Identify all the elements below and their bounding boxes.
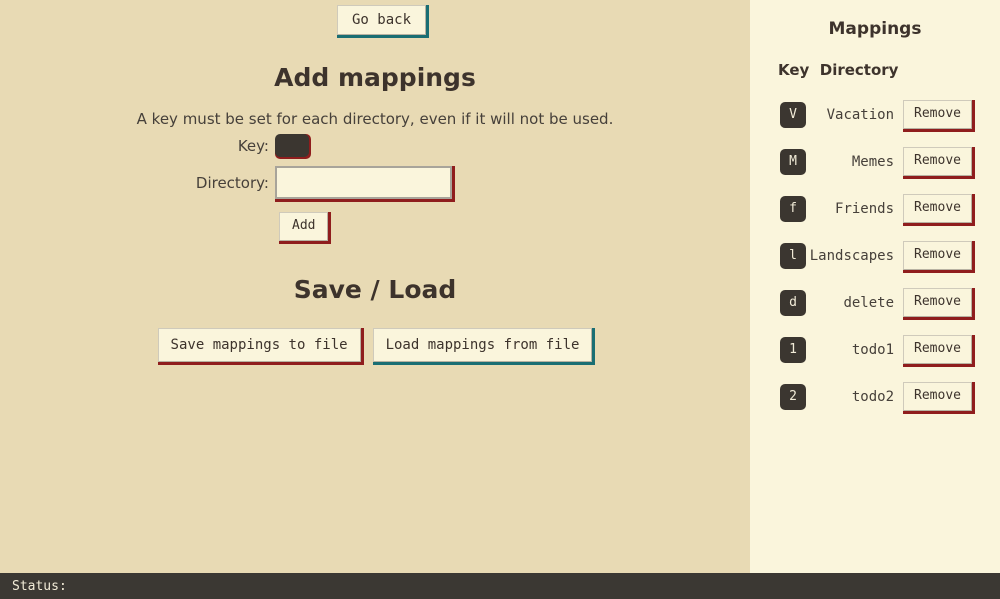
key-requirement-hint: A key must be set for each directory, ev… [136, 110, 614, 128]
mapping-row: 1 todo1 Remove [750, 326, 1000, 373]
mapping-row: l Landscapes Remove [750, 232, 1000, 279]
mapping-row: M Memes Remove [750, 138, 1000, 185]
mapping-directory-label: Memes [851, 153, 895, 170]
add-button-container: Add [279, 212, 329, 241]
key-label: Key: [237, 136, 269, 155]
main-panel: Go back Add mappings A key must be set f… [0, 0, 750, 573]
save-load-title: Save / Load [293, 275, 457, 304]
mapping-key-badge: 2 [780, 383, 806, 410]
mapping-row: f Friends Remove [750, 185, 1000, 232]
add-mapping-button[interactable]: Add [279, 212, 329, 241]
remove-mapping-button[interactable]: Remove [903, 382, 972, 411]
mapping-directory-label: Landscapes [809, 247, 895, 264]
add-mappings-title: Add mappings [274, 63, 476, 92]
save-load-row: Save mappings to file Load mappings from… [0, 328, 750, 363]
go-back-button[interactable]: Go back [337, 5, 427, 36]
directory-label: Directory: [195, 173, 269, 192]
mapping-directory-label: delete [843, 294, 895, 311]
mapping-directory-label: Friends [835, 200, 895, 217]
directory-input[interactable] [275, 166, 452, 199]
key-capture-input[interactable] [275, 134, 309, 157]
remove-mapping-button[interactable]: Remove [903, 147, 972, 176]
mappings-column-header: Key Directory [778, 61, 899, 79]
mapping-row: V Vacation Remove [750, 91, 1000, 138]
save-mappings-button[interactable]: Save mappings to file [157, 328, 361, 363]
mapping-directory-label: todo1 [851, 341, 895, 358]
load-mappings-button[interactable]: Load mappings from file [372, 328, 593, 363]
key-field-row: Key: [0, 134, 750, 157]
mapping-key-badge: 1 [780, 336, 806, 363]
remove-mapping-button[interactable]: Remove [903, 100, 972, 129]
directory-field-row: Directory: [0, 166, 750, 199]
mapping-key-badge: V [780, 101, 806, 128]
go-back-container: Go back [337, 5, 427, 36]
remove-mapping-button[interactable]: Remove [903, 241, 972, 270]
status-bar: Status: [0, 573, 1000, 599]
mapping-key-badge: d [780, 289, 806, 316]
mapping-row: d delete Remove [750, 279, 1000, 326]
mappings-list: V Vacation Remove M Memes Remove f Friends Remov… [750, 91, 1000, 420]
mapping-directory-label: todo2 [851, 388, 895, 405]
mapping-key-badge: f [780, 195, 806, 222]
mapping-directory-label: Vacation [826, 106, 895, 123]
mapping-key-badge: l [780, 242, 806, 269]
remove-mapping-button[interactable]: Remove [903, 288, 972, 317]
mappings-panel-title: Mappings [828, 19, 922, 39]
remove-mapping-button[interactable]: Remove [903, 335, 972, 364]
mapping-row: 2 todo2 Remove [750, 373, 1000, 420]
app-window: Go back Add mappings A key must be set f… [0, 0, 1000, 599]
status-text: Status: [12, 578, 67, 594]
mapping-key-badge: M [780, 148, 806, 175]
remove-mapping-button[interactable]: Remove [903, 194, 972, 223]
